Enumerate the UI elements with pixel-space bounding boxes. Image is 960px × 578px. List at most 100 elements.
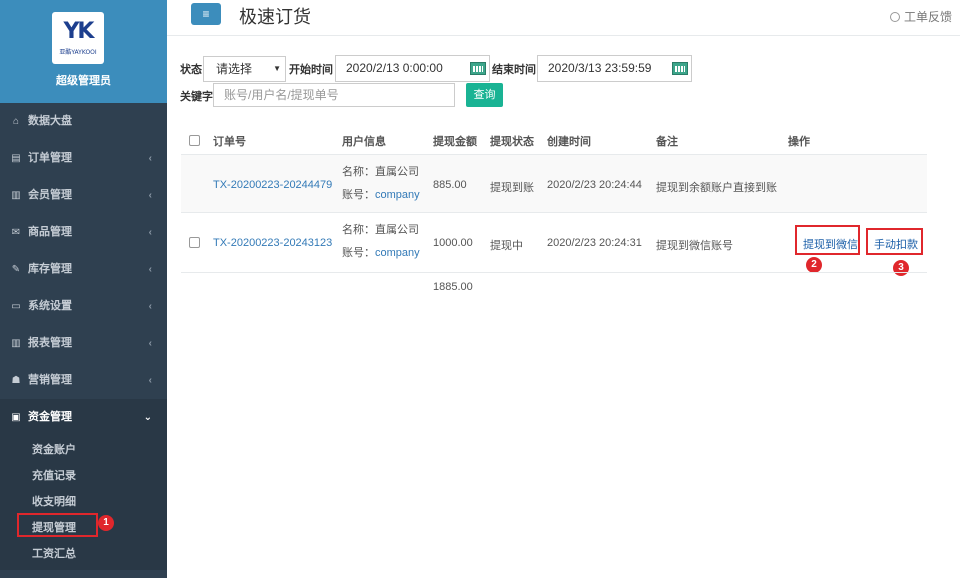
submenu-item-accounts[interactable]: 资金账户 [32, 441, 76, 457]
start-time-input[interactable]: 2020/2/13 0:00:00 [335, 55, 490, 82]
step-badge-2: 2 [806, 257, 822, 273]
sidebar-item-inventory[interactable]: ✎ 库存管理 ‹ [0, 251, 167, 288]
user-name: 名称：直属公司 [342, 221, 419, 237]
column-header-amount: 提现金额 [433, 136, 477, 148]
column-header-actions: 操作 [788, 136, 810, 148]
column-header-created: 创建时间 [547, 136, 591, 148]
sidebar-item-label: 资金管理 [28, 411, 72, 423]
bar-chart-icon: ▥ [11, 190, 21, 201]
monitor-icon: ▭ [11, 301, 21, 312]
chevron-left-icon: ‹ [148, 301, 152, 312]
column-header-status: 提现状态 [490, 136, 534, 148]
user-account-link[interactable]: company [375, 247, 420, 259]
withdraw-amount: 1000.00 [433, 237, 473, 249]
sidebar: YK 亚酷YAYKOOI 超级管理员 ⌂ 数据大盘 ▤ 订单管理 ‹ ▥ 会员管… [0, 0, 167, 578]
feedback-label: 工单反馈 [903, 10, 952, 24]
search-button[interactable]: 查询 [466, 83, 503, 107]
status-select-value: 请选择 [216, 62, 253, 76]
user-name-value: 直属公司 [375, 224, 419, 236]
name-prefix: 名称： [342, 166, 375, 178]
user-account: 账号：company [342, 186, 420, 202]
sidebar-item-label: 会员管理 [28, 189, 72, 201]
envelope-icon: ✉ [11, 227, 21, 238]
created-time: 2020/2/23 20:24:44 [547, 179, 642, 191]
finance-submenu: 资金账户 充值记录 收支明细 提现管理 工资汇总 [0, 433, 167, 570]
sidebar-item-label: 库存管理 [28, 263, 72, 275]
calendar-icon[interactable] [470, 62, 486, 75]
sidebar-item-label: 订单管理 [28, 152, 72, 164]
submenu-item-recharge[interactable]: 充值记录 [32, 467, 76, 483]
chevron-left-icon: ‹ [148, 264, 152, 275]
highlight-box-withdrawals [17, 513, 98, 537]
order-number-link[interactable]: TX-20200223-20243123 [213, 237, 332, 249]
whatsapp-icon [889, 12, 900, 22]
total-amount: 1885.00 [433, 281, 473, 293]
bar-chart-icon: ▥ [11, 338, 21, 349]
sidebar-item-label: 商品管理 [28, 226, 72, 238]
user-role: 超级管理员 [56, 75, 111, 87]
account-prefix: 账号： [342, 189, 375, 201]
user-name-value: 直属公司 [375, 166, 419, 178]
sidebar-item-label: 营销管理 [28, 374, 72, 386]
row-divider [181, 272, 927, 273]
sidebar-item-finance[interactable]: ▣ 资金管理 ⌄ [0, 399, 167, 436]
top-bar: ≡ 极速订货 工单反馈 [167, 0, 960, 36]
step-badge-1: 1 [98, 515, 114, 531]
chevron-left-icon: ‹ [148, 227, 152, 238]
row-divider [181, 212, 927, 213]
logo-subtext: 亚酷YAYKOOI [59, 49, 97, 56]
remark: 提现到余额账户直接到账 [656, 182, 777, 194]
money-icon: ▣ [11, 412, 21, 423]
menu-toggle-button[interactable]: ≡ [191, 3, 221, 25]
chevron-left-icon: ‹ [148, 375, 152, 386]
column-header-user: 用户信息 [342, 136, 386, 148]
withdraw-status: 提现到账 [490, 182, 534, 194]
company-logo: YK 亚酷YAYKOOI [52, 12, 104, 64]
chevron-left-icon: ‹ [148, 338, 152, 349]
sidebar-item-reports[interactable]: ▥ 报表管理 ‹ [0, 325, 167, 362]
created-time: 2020/2/23 20:24:31 [547, 237, 642, 249]
chevron-left-icon: ‹ [148, 153, 152, 164]
keyword-input[interactable]: 账号/用户名/提现单号 [213, 83, 455, 107]
sidebar-item-members[interactable]: ▥ 会员管理 ‹ [0, 177, 167, 214]
column-header-remark: 备注 [656, 136, 678, 148]
user-account: 账号：company [342, 244, 420, 260]
user-name: 名称：直属公司 [342, 163, 419, 179]
submenu-item-ledger[interactable]: 收支明细 [32, 493, 76, 509]
withdraw-to-wechat-button[interactable]: 提现到微信 [803, 236, 858, 252]
page-title: 极速订货 [239, 7, 311, 27]
chevron-down-icon: ⌄ [143, 412, 152, 423]
sidebar-item-settings[interactable]: ▭ 系统设置 ‹ [0, 288, 167, 325]
end-time-input[interactable]: 2020/3/13 23:59:59 [537, 55, 692, 82]
sidebar-item-orders[interactable]: ▤ 订单管理 ‹ [0, 140, 167, 177]
user-account-link[interactable]: company [375, 189, 420, 201]
calendar-icon[interactable] [672, 62, 688, 75]
end-time-value: 2020/3/13 23:59:59 [548, 61, 652, 75]
account-prefix: 账号： [342, 247, 375, 259]
caret-down-icon: ▼ [273, 64, 281, 73]
sidebar-item-products[interactable]: ✉ 商品管理 ‹ [0, 214, 167, 251]
end-time-label: 结束时间 [492, 64, 536, 76]
brand-header: YK 亚酷YAYKOOI 超级管理员 [0, 0, 167, 103]
submenu-item-salary[interactable]: 工资汇总 [32, 545, 76, 561]
sidebar-item-label: 数据大盘 [28, 115, 72, 127]
hamburger-icon: ≡ [202, 7, 210, 21]
manual-deduct-button[interactable]: 手动扣款 [874, 236, 918, 252]
feedback-link[interactable]: 工单反馈 [889, 8, 952, 25]
sidebar-item-marketing[interactable]: ☗ 营销管理 ‹ [0, 362, 167, 399]
select-all-checkbox[interactable] [189, 135, 200, 146]
edit-icon: ✎ [11, 264, 21, 275]
sidebar-item-dashboard[interactable]: ⌂ 数据大盘 [0, 103, 167, 140]
status-select[interactable]: 请选择 ▼ [203, 56, 286, 82]
column-header-order: 订单号 [213, 136, 246, 148]
sidebar-item-label: 系统设置 [28, 300, 72, 312]
list-icon: ▤ [11, 153, 21, 164]
row-checkbox[interactable] [189, 237, 200, 248]
chevron-left-icon: ‹ [148, 190, 152, 201]
order-number-link[interactable]: TX-20200223-20244479 [213, 179, 332, 191]
withdraw-amount: 885.00 [433, 179, 467, 191]
logo-mark: YK [63, 19, 95, 44]
name-prefix: 名称： [342, 224, 375, 236]
status-label: 状态 [180, 64, 202, 76]
cutlery-icon: ☗ [11, 375, 21, 386]
